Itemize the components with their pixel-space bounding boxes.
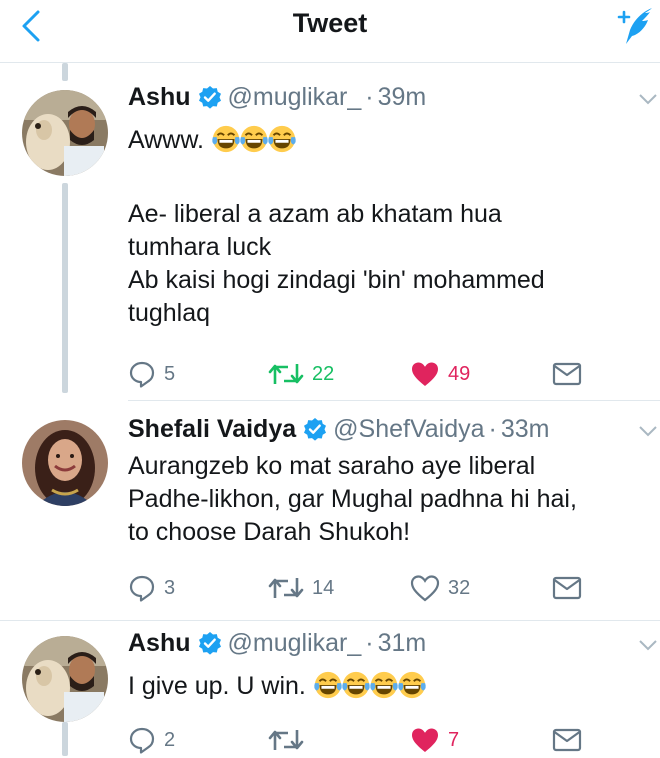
laughing-emoji-icon [369,670,399,700]
reply-count: 2 [164,728,176,751]
tweet-actions: 2 7 [128,722,658,758]
like-count: 7 [448,728,460,751]
laughing-emoji-icon [397,670,427,700]
direct-message-button[interactable] [552,722,590,758]
verified-badge-icon [198,631,222,655]
laughing-emoji-icon [313,670,343,700]
reply-button[interactable]: 2 [128,722,175,758]
laughing-emoji-icon [341,670,371,700]
chevron-down-icon[interactable] [638,638,658,652]
reply-icon [128,726,156,754]
heart-filled-icon [410,726,440,754]
retweet-button[interactable] [268,722,312,758]
avatar[interactable] [22,636,108,722]
tweet-time[interactable]: 31m [378,629,427,658]
envelope-icon [552,728,582,752]
retweet-icon [268,726,304,754]
tweet-text-line1: I give up. U win. [128,670,653,703]
separator-dot: · [365,628,374,657]
author-name[interactable]: Ashu [128,629,191,658]
like-button[interactable]: 7 [410,722,459,758]
tweet-header: Ashu @muglikar_ · 31m [128,626,426,660]
tweet-text: I give up. U win. [128,672,306,700]
tweet-3[interactable]: Ashu @muglikar_ · 31m I give up. U win. … [0,0,660,756]
author-handle[interactable]: @muglikar_ [228,629,362,658]
